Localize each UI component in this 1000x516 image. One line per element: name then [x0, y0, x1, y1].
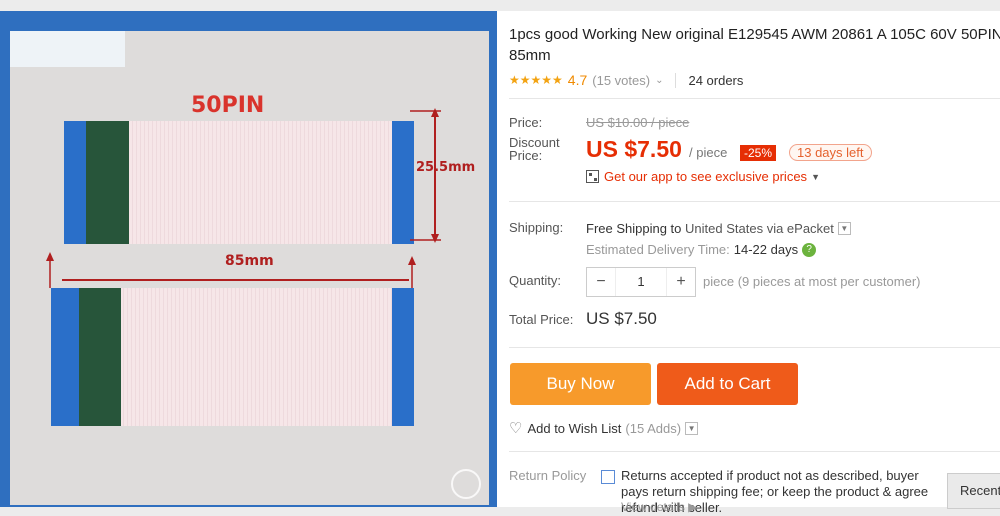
- recent-tab[interactable]: Recent: [947, 473, 1000, 509]
- return-policy-label: Return Policy: [509, 468, 587, 483]
- shipping-destination[interactable]: United States via ePacket: [685, 221, 834, 236]
- price-label: Price:: [509, 115, 543, 130]
- length-dimension-label: 85mm: [225, 253, 274, 269]
- product-image-frame: 50PIN 25.5mm 85mm: [0, 11, 497, 507]
- document-icon: [601, 470, 615, 484]
- caret-down-icon: ▼: [811, 171, 820, 182]
- quantity-note: piece (9 pieces at most per customer): [703, 274, 921, 289]
- delivery-days: 14-22 days: [733, 242, 799, 257]
- star-rating-icon: ★★★★★: [509, 73, 563, 87]
- wish-adds-count: (15 Adds): [625, 420, 682, 436]
- ribbon-cable-top: [64, 121, 414, 244]
- total-price-value: US $7.50: [586, 309, 657, 328]
- ribbon-cable-bottom: [51, 288, 414, 426]
- app-promo-link[interactable]: Get our app to see exclusive prices ▼: [586, 169, 820, 184]
- pin-count-label: 50PIN: [191, 93, 265, 118]
- chevron-down-icon[interactable]: ⌄: [655, 75, 663, 86]
- divider: [509, 451, 1000, 452]
- original-price: US $10.00 / piece: [586, 115, 690, 130]
- add-to-cart-button[interactable]: Add to Cart: [657, 363, 798, 405]
- watermark-logo-icon: [451, 469, 481, 499]
- qr-code-icon: [586, 170, 599, 183]
- product-image[interactable]: 50PIN 25.5mm 85mm: [10, 31, 489, 505]
- price-unit: / piece: [689, 145, 728, 160]
- decrease-quantity-button[interactable]: −: [587, 268, 615, 296]
- rating-value: 4.7: [567, 72, 588, 88]
- divider: [509, 98, 1000, 99]
- wish-dropdown-icon[interactable]: ▼: [685, 421, 699, 435]
- heart-icon: ♡: [509, 420, 523, 437]
- add-to-wish-list-link[interactable]: ♡ Add to Wish List (15 Adds) ▼: [509, 419, 699, 437]
- product-title: 1pcs good Working New original E129545 A…: [509, 26, 1000, 64]
- divider: [509, 347, 1000, 348]
- quantity-input[interactable]: 1: [615, 268, 667, 296]
- quantity-stepper: − 1 +: [586, 267, 696, 297]
- check-icon: ?: [802, 242, 817, 257]
- days-left-badge: 13 days left: [789, 144, 872, 161]
- orders-count: 24 orders: [688, 72, 744, 88]
- buy-now-button[interactable]: Buy Now: [510, 363, 651, 405]
- rating-row: ★★★★★ 4.7 (15 votes) ⌄ 24 orders: [509, 72, 743, 88]
- quantity-label: Quantity:: [509, 273, 562, 288]
- discount-percent-badge: -25%: [740, 145, 777, 161]
- shipping-value: Free Shipping to United States via ePack…: [586, 221, 851, 236]
- width-dimension-label: 25.5mm: [416, 160, 476, 175]
- total-price-label: Total Price:: [509, 312, 574, 327]
- discount-price-label: Discount Price:: [509, 135, 560, 163]
- discount-price: US $7.50: [586, 136, 682, 162]
- votes-count[interactable]: (15 votes): [592, 73, 650, 88]
- divider: [509, 201, 1000, 202]
- width-dimension-arrow: [410, 108, 441, 243]
- view-details-link[interactable]: View details ▶: [621, 500, 697, 514]
- delivery-time: Estimated Delivery Time: 14-22 days ?: [586, 242, 817, 257]
- product-info-panel: 1pcs good Working New original E129545 A…: [497, 11, 1000, 515]
- shipping-dropdown-icon[interactable]: ▼: [837, 222, 851, 235]
- shipping-label: Shipping:: [509, 220, 564, 235]
- increase-quantity-button[interactable]: +: [667, 268, 695, 296]
